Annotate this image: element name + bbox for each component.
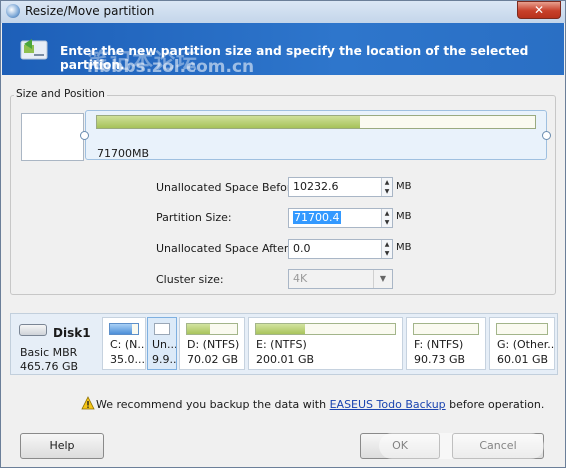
cluster-size-label: Cluster size: <box>156 273 224 286</box>
unalloc-before-value: 10232.6 <box>293 180 339 193</box>
partition-block-g[interactable]: G: (Other... 60.01 GB <box>489 317 555 370</box>
backup-recommendation: We recommend you backup the data with EA… <box>96 398 544 411</box>
partition-block-unallocated[interactable]: Un... 9.9... <box>147 317 177 370</box>
unalloc-after-label: Unallocated Space After: <box>156 242 292 255</box>
unit-label-before: MB <box>396 181 412 192</box>
size-position-label: Size and Position <box>14 88 107 100</box>
partition-size-field-label: Partition Size: <box>156 211 232 224</box>
partition-size: 70.02 GB <box>187 353 239 366</box>
unalloc-before-input[interactable]: 10232.6 ▲ ▼ <box>288 177 393 197</box>
help-button[interactable]: Help <box>20 433 104 459</box>
disk-size: 465.76 GB <box>20 360 79 373</box>
partition-used-fill <box>97 116 360 128</box>
partition-size-label: 71700MB <box>97 147 150 160</box>
unalloc-before-label: Unallocated Space Before: <box>156 181 302 194</box>
partition-size: 9.9... <box>152 353 177 366</box>
partition-preview-box <box>21 113 84 161</box>
disk-type: Basic MBR <box>20 346 78 359</box>
disk-name: Disk1 <box>53 326 91 340</box>
partition-size: 90.73 GB <box>414 353 466 366</box>
partition-size: 35.0... <box>110 353 145 366</box>
app-icon <box>6 4 20 18</box>
partition-label: C: (N... <box>110 338 146 351</box>
title-bar[interactable]: Resize/Move partition ✕ <box>1 1 565 23</box>
cluster-size-value: 4K <box>293 272 308 285</box>
partition-label: D: (NTFS) <box>187 338 240 351</box>
partition-size: 200.01 GB <box>256 353 315 366</box>
warning-icon <box>81 396 95 410</box>
partition-block-d[interactable]: D: (NTFS) 70.02 GB <box>179 317 245 370</box>
window-title: Resize/Move partition <box>25 4 155 18</box>
partition-label: Un... <box>152 338 177 351</box>
hard-disk-icon <box>19 324 47 336</box>
partition-size-spinner[interactable]: ▲ ▼ <box>381 209 392 227</box>
unalloc-after-input[interactable]: 0.0 ▲ ▼ <box>288 239 393 259</box>
watermark-url: nbbbs.zol.com.cn <box>87 57 255 77</box>
partition-label: G: (Other... <box>497 338 555 351</box>
partition-size-value: 71700.4 <box>293 211 341 224</box>
right-resize-handle[interactable] <box>542 131 551 140</box>
partition-block-c[interactable]: C: (N... 35.0... <box>102 317 146 370</box>
unalloc-after-spinner[interactable]: ▲ ▼ <box>381 240 392 258</box>
unit-label-size: MB <box>396 211 412 222</box>
partition-label: F: (NTFS) <box>414 338 464 351</box>
partition-usage-fill <box>256 324 305 334</box>
left-resize-handle[interactable] <box>80 131 89 140</box>
cluster-size-select[interactable]: 4K ▼ <box>288 269 393 289</box>
close-button[interactable]: ✕ <box>517 1 561 19</box>
partition-size-input[interactable]: 71700.4 ▲ ▼ <box>288 208 393 228</box>
warning-text-after: before operation. <box>445 398 545 411</box>
partition-label: E: (NTFS) <box>256 338 307 351</box>
partition-size: 60.01 GB <box>497 353 549 366</box>
resize-partition-icon <box>20 39 48 60</box>
resize-move-dialog: Resize/Move partition ✕ 笔记本论坛 Enter the … <box>0 0 566 468</box>
partition-usage-fill <box>110 324 133 334</box>
chevron-down-icon[interactable]: ▼ <box>373 270 392 288</box>
warning-text-before: We recommend you backup the data with <box>96 398 330 411</box>
watermark-overlay <box>379 433 544 459</box>
partition-block-f[interactable]: F: (NTFS) 90.73 GB <box>406 317 486 370</box>
unalloc-after-value: 0.0 <box>293 242 311 255</box>
partition-size-bar[interactable] <box>96 115 536 129</box>
unit-label-after: MB <box>396 242 412 253</box>
partition-usage-fill <box>187 324 210 334</box>
unalloc-before-spinner[interactable]: ▲ ▼ <box>381 178 392 196</box>
todo-backup-link[interactable]: EASEUS Todo Backup <box>330 398 446 411</box>
partition-block-e[interactable]: E: (NTFS) 200.01 GB <box>248 317 403 370</box>
